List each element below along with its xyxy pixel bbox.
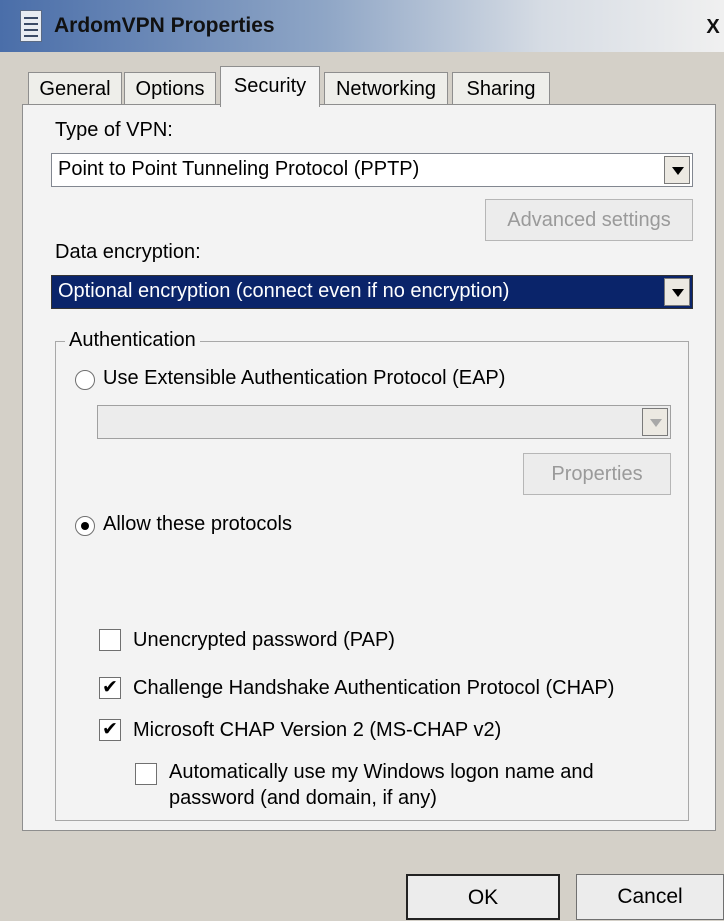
chevron-down-icon[interactable] (664, 278, 690, 306)
allow-protocols-label[interactable]: Allow these protocols (103, 513, 292, 536)
advanced-settings-button[interactable]: Advanced settings (485, 199, 693, 241)
eap-option-label[interactable]: Use Extensible Authentication Protocol (… (103, 367, 505, 390)
tab-networking[interactable]: Networking (324, 72, 448, 106)
allow-protocols-radio[interactable] (75, 516, 95, 536)
title-bar: ArdomVPN Properties X (0, 0, 724, 52)
cancel-button[interactable]: Cancel (576, 874, 724, 920)
authentication-legend: Authentication (65, 329, 200, 352)
eap-properties-button[interactable]: Properties (523, 453, 671, 495)
ok-button[interactable]: OK (406, 874, 560, 920)
pap-label[interactable]: Unencrypted password (PAP) (133, 629, 395, 652)
vpn-type-value: Point to Point Tunneling Protocol (PPTP) (58, 158, 420, 180)
auto-logon-label-line1[interactable]: Automatically use my Windows logon name … (169, 761, 594, 784)
eap-method-select[interactable] (97, 405, 671, 439)
mschapv2-label[interactable]: Microsoft CHAP Version 2 (MS-CHAP v2) (133, 719, 501, 742)
chap-checkbox[interactable]: ✔ (99, 677, 121, 699)
auto-logon-checkbox[interactable] (135, 763, 157, 785)
auto-logon-label-line2[interactable]: password (and domain, if any) (169, 787, 437, 810)
tab-security[interactable]: Security (220, 66, 320, 107)
chap-label[interactable]: Challenge Handshake Authentication Proto… (133, 677, 614, 700)
close-icon[interactable]: X (702, 16, 724, 42)
chevron-down-icon[interactable] (642, 408, 668, 436)
eap-radio[interactable] (75, 370, 95, 390)
tab-options[interactable]: Options (124, 72, 216, 106)
security-panel: Type of VPN: Point to Point Tunneling Pr… (22, 104, 716, 831)
vpn-type-label: Type of VPN: (55, 119, 173, 141)
vpn-type-select[interactable]: Point to Point Tunneling Protocol (PPTP) (51, 153, 693, 187)
window-title: ArdomVPN Properties (54, 14, 275, 37)
pap-checkbox[interactable] (99, 629, 121, 651)
tab-general[interactable]: General (28, 72, 122, 106)
data-encryption-label: Data encryption: (55, 241, 201, 263)
mschapv2-checkbox[interactable]: ✔ (99, 719, 121, 741)
network-connection-icon (20, 10, 42, 42)
data-encryption-select[interactable]: Optional encryption (connect even if no … (51, 275, 693, 309)
data-encryption-value: Optional encryption (connect even if no … (58, 280, 510, 302)
chevron-down-icon[interactable] (664, 156, 690, 184)
tab-sharing[interactable]: Sharing (452, 72, 550, 106)
